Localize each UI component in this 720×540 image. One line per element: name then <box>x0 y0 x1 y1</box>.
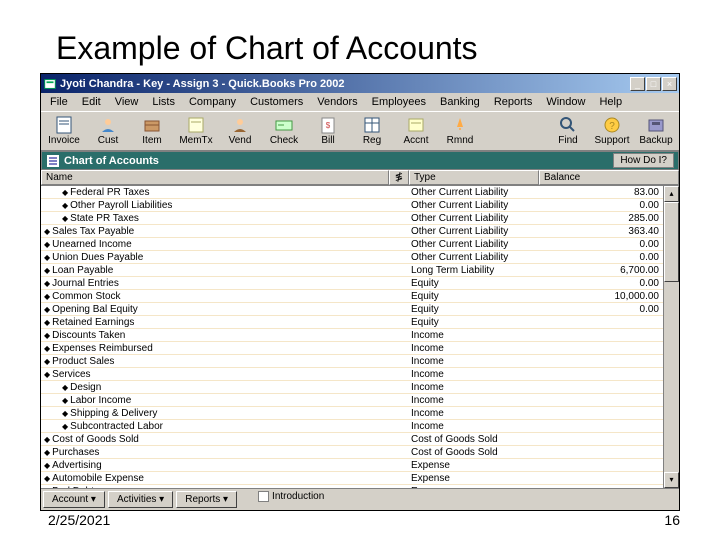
tool-accnt[interactable]: Accnt <box>394 114 438 148</box>
tool-memtx[interactable]: MemTx <box>174 114 218 148</box>
table-row[interactable]: ◆Labor IncomeIncome <box>41 394 663 407</box>
scrollbar[interactable]: ▴ ▾ <box>663 186 679 488</box>
tool-reg[interactable]: Reg <box>350 114 394 148</box>
account-menu-button[interactable]: Account ▾ <box>43 491 105 508</box>
tool-find[interactable]: Find <box>546 114 590 148</box>
column-headers: Name ≸ Type Balance <box>41 170 679 186</box>
menu-reports[interactable]: Reports <box>487 94 540 110</box>
table-row[interactable]: ◆Federal PR TaxesOther Current Liability… <box>41 186 663 199</box>
col-type[interactable]: Type <box>409 170 539 185</box>
tool-check[interactable]: Check <box>262 114 306 148</box>
vendor-icon <box>230 116 250 134</box>
table-row[interactable]: ◆Union Dues PayableOther Current Liabili… <box>41 251 663 264</box>
menu-window[interactable]: Window <box>539 94 592 110</box>
table-row[interactable]: ◆Opening Bal EquityEquity0.00 <box>41 303 663 316</box>
menu-view[interactable]: View <box>108 94 146 110</box>
footer-page: 16 <box>664 512 680 528</box>
menubar: FileEditViewListsCompanyCustomersVendors… <box>41 93 679 111</box>
table-row[interactable]: ◆PurchasesCost of Goods Sold <box>41 446 663 459</box>
app-window: Jyoti Chandra - Key - Assign 3 - Quick.B… <box>40 73 680 511</box>
toolbar: InvoiceCustItemMemTxVendCheck$BillRegAcc… <box>41 111 679 151</box>
maximize-button[interactable]: □ <box>646 77 661 91</box>
table-row[interactable]: ◆Discounts TakenIncome <box>41 329 663 342</box>
tool-item[interactable]: Item <box>130 114 174 148</box>
intro-checkbox[interactable]: Introduction <box>258 491 324 508</box>
table-row[interactable]: ◆Bad DebtsExpense <box>41 485 663 488</box>
table-row[interactable]: ◆Other Payroll LiabilitiesOther Current … <box>41 199 663 212</box>
menu-edit[interactable]: Edit <box>75 94 108 110</box>
slide-footer: 2/25/2021 16 <box>48 512 680 528</box>
tool-rmnd[interactable]: Rmnd <box>438 114 482 148</box>
table-row[interactable]: ◆Shipping & DeliveryIncome <box>41 407 663 420</box>
table-row[interactable]: ◆State PR TaxesOther Current Liability28… <box>41 212 663 225</box>
table-row[interactable]: ◆ServicesIncome <box>41 368 663 381</box>
menu-lists[interactable]: Lists <box>145 94 182 110</box>
svg-text:?: ? <box>609 121 615 132</box>
table-row[interactable]: ◆Subcontracted LaborIncome <box>41 420 663 433</box>
reports-menu-button[interactable]: Reports ▾ <box>176 491 237 508</box>
table-row[interactable]: ◆Retained EarningsEquity <box>41 316 663 329</box>
reminder-icon <box>450 116 470 134</box>
table-row[interactable]: ◆Expenses ReimbursedIncome <box>41 342 663 355</box>
bill-icon: $ <box>318 116 338 134</box>
tool-cust[interactable]: Cust <box>86 114 130 148</box>
menu-company[interactable]: Company <box>182 94 243 110</box>
customer-icon <box>98 116 118 134</box>
menu-employees[interactable]: Employees <box>365 94 433 110</box>
list-icon <box>46 154 60 168</box>
svg-text:$: $ <box>326 121 331 130</box>
account-icon <box>406 116 426 134</box>
table-row[interactable]: ◆Sales Tax PayableOther Current Liabilit… <box>41 225 663 238</box>
table-row[interactable]: ◆DesignIncome <box>41 381 663 394</box>
table-row[interactable]: ◆Automobile ExpenseExpense <box>41 472 663 485</box>
memtx-icon <box>186 116 206 134</box>
menu-vendors[interactable]: Vendors <box>310 94 364 110</box>
accounts-grid: ◆Federal PR TaxesOther Current Liability… <box>41 186 663 488</box>
footer-date: 2/25/2021 <box>48 512 110 528</box>
subwindow-header: Chart of Accounts How Do I? <box>41 151 679 170</box>
table-row[interactable]: ◆Unearned IncomeOther Current Liability0… <box>41 238 663 251</box>
table-row[interactable]: ◆Cost of Goods SoldCost of Goods Sold <box>41 433 663 446</box>
titlebar: Jyoti Chandra - Key - Assign 3 - Quick.B… <box>41 74 679 93</box>
invoice-icon <box>54 116 74 134</box>
scroll-track[interactable] <box>664 202 679 472</box>
table-row[interactable]: ◆Journal EntriesEquity0.00 <box>41 277 663 290</box>
backup-icon <box>646 116 666 134</box>
bottom-bar: Account ▾ Activities ▾ Reports ▾ Introdu… <box>41 488 679 510</box>
table-row[interactable]: ◆Loan PayableLong Term Liability6,700.00 <box>41 264 663 277</box>
menu-file[interactable]: File <box>43 94 75 110</box>
register-icon <box>362 116 382 134</box>
find-icon <box>558 116 578 134</box>
item-icon <box>142 116 162 134</box>
table-row[interactable]: ◆Product SalesIncome <box>41 355 663 368</box>
scroll-up-button[interactable]: ▴ <box>664 186 679 202</box>
support-icon: ? <box>602 116 622 134</box>
how-do-i-button[interactable]: How Do I? <box>613 153 674 168</box>
col-name[interactable]: Name <box>41 170 389 185</box>
scroll-down-button[interactable]: ▾ <box>664 472 679 488</box>
tool-backup[interactable]: Backup <box>634 114 678 148</box>
close-button[interactable]: × <box>662 77 677 91</box>
minimize-button[interactable]: _ <box>630 77 645 91</box>
menu-customers[interactable]: Customers <box>243 94 310 110</box>
check-icon <box>274 116 294 134</box>
menu-help[interactable]: Help <box>592 94 629 110</box>
slide-title: Example of Chart of Accounts <box>0 0 720 73</box>
table-row[interactable]: ◆Common StockEquity10,000.00 <box>41 290 663 303</box>
tool-support[interactable]: ?Support <box>590 114 634 148</box>
tool-bill[interactable]: $Bill <box>306 114 350 148</box>
window-buttons: _ □ × <box>630 77 677 91</box>
col-balance[interactable]: Balance <box>539 170 679 185</box>
app-icon <box>43 77 57 91</box>
grid-wrapper: ◆Federal PR TaxesOther Current Liability… <box>41 186 679 488</box>
activities-menu-button[interactable]: Activities ▾ <box>108 491 173 508</box>
subwindow-title: Chart of Accounts <box>64 155 613 167</box>
table-row[interactable]: ◆AdvertisingExpense <box>41 459 663 472</box>
titlebar-text: Jyoti Chandra - Key - Assign 3 - Quick.B… <box>60 78 630 90</box>
col-flag[interactable]: ≸ <box>389 170 409 185</box>
scroll-thumb[interactable] <box>664 202 679 282</box>
tool-vend[interactable]: Vend <box>218 114 262 148</box>
tool-invoice[interactable]: Invoice <box>42 114 86 148</box>
menu-banking[interactable]: Banking <box>433 94 487 110</box>
